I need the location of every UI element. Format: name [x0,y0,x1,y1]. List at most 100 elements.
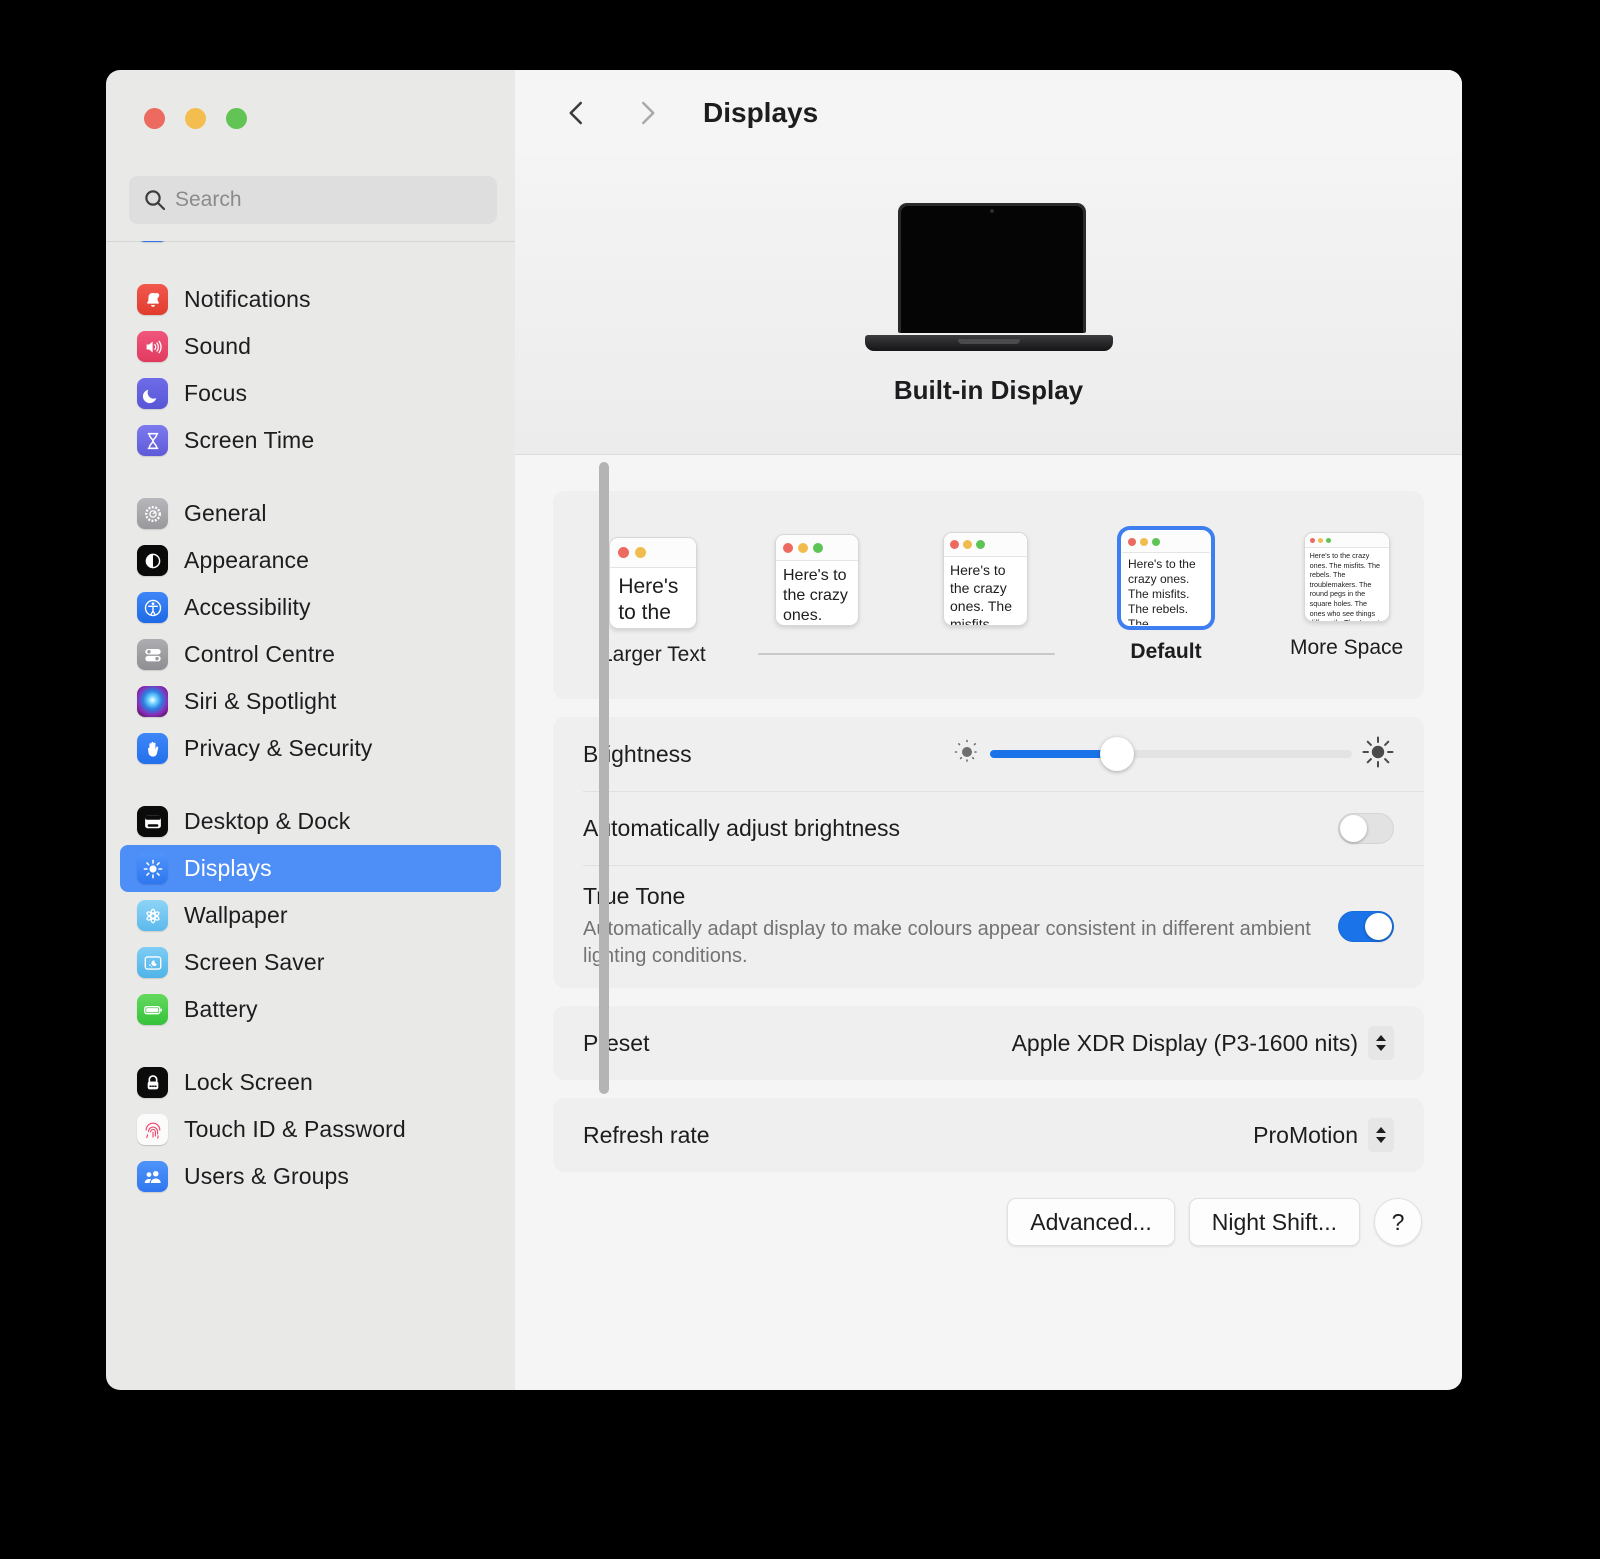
sidebar-item-wallpaper[interactable]: Wallpaper [120,892,501,939]
sidebar-item-users-groups[interactable]: Users & Groups [120,1153,501,1200]
night-shift-button[interactable]: Night Shift... [1188,1198,1360,1246]
vpn-icon [137,241,168,242]
brightness-track[interactable] [990,737,1352,771]
sidebar-group: Desktop & Dock Displays Wallpaper Screen… [106,798,515,1059]
scaling-preview[interactable]: Here's to the crazy ones. The misfits. T… [775,534,859,626]
brightness-high-icon [1362,736,1394,773]
window-controls [144,108,247,129]
sidebar-item-privacy-security[interactable]: Privacy & Security [120,725,501,772]
sidebar-item-touch-id-password[interactable]: Touch ID & Password [120,1106,501,1153]
sidebar-item-battery[interactable]: Battery [120,986,501,1033]
scaling-preview[interactable]: Here's to the crazy ones. The misfits. T… [1303,532,1390,622]
brightness-slider[interactable] [954,736,1394,773]
sidebar-item-label: Sound [184,333,252,359]
scaling-option-label: More Space [1290,636,1404,659]
sidebar-nav-list: VPN Notifications Sound Focus Screen Time… [106,241,515,1226]
preview-titlebar [776,535,858,561]
touch-id-icon [137,1114,168,1145]
sidebar-group: VPN [106,241,515,276]
sidebar-item-vpn[interactable]: VPN [120,241,501,250]
sidebar-item-screen-saver[interactable]: Screen Saver [120,939,501,986]
true-tone-description: Automatically adapt display to make colo… [583,918,1311,967]
preview-text: Here's to the crazy ones. The misfits. T… [618,575,679,628]
toolbar: Displays [515,70,1462,155]
sidebar-scroll-area[interactable]: VPN Notifications Sound Focus Screen Time… [106,241,515,1390]
true-tone-row: True Tone Automatically adapt display to… [553,865,1424,988]
wallpaper-icon [137,900,168,931]
help-button[interactable]: ? [1374,1198,1422,1246]
sidebar-item-label: Touch ID & Password [184,1116,406,1142]
forward-button[interactable] [627,93,667,133]
sidebar-item-notifications[interactable]: Notifications [120,276,501,323]
main-panel: Displays Built-in Display Here's to the … [515,70,1462,1390]
sidebar-item-label: Users & Groups [184,1163,350,1189]
scaling-option-larger-text[interactable]: Here's to the crazy ones. The misfits. T… [601,537,706,667]
preset-popup-button[interactable] [1368,1026,1394,1060]
search-icon [143,188,167,212]
minimize-button[interactable] [185,108,206,129]
sidebar-scrollbar[interactable] [599,462,609,1094]
siri-icon [137,686,168,717]
sidebar-item-accessibility[interactable]: Accessibility [120,584,501,631]
refresh-rate-popup-button[interactable] [1368,1118,1394,1152]
scaling-option-more-space[interactable]: Here's to the crazy ones. The misfits. T… [1290,532,1403,660]
sidebar-item-label: Displays [184,855,272,881]
screen-saver-icon [137,947,168,978]
sidebar-item-general[interactable]: General [120,490,501,537]
true-tone-label: True Tone [583,883,686,909]
page-title: Displays [703,96,819,128]
sidebar-item-siri-spotlight[interactable]: Siri & Spotlight [120,678,501,725]
focus-icon [137,378,168,409]
search-input[interactable] [175,188,483,212]
search-field[interactable] [129,176,497,224]
scaling-preview[interactable]: Here's to the crazy ones. The misfits. T… [609,537,698,629]
scaling-option-step-3[interactable]: Here's to the crazy ones. The misfits. T… [943,532,1028,626]
auto-brightness-toggle[interactable] [1338,812,1394,844]
sidebar-item-displays[interactable]: Displays [120,845,501,892]
brightness-knob[interactable] [1099,737,1134,771]
sidebar-item-control-centre[interactable]: Control Centre [120,631,501,678]
scaling-slider-track[interactable] [758,653,1055,655]
sidebar-item-label: Control Centre [184,641,335,667]
brightness-card: Brightness Automatically adjust brightne… [553,717,1424,988]
close-button[interactable] [144,108,165,129]
privacy-icon [137,733,168,764]
scaling-preview[interactable]: Here's to the crazy ones. The misfits. T… [1121,530,1211,626]
preview-text: Here's to the crazy ones. The misfits. T… [1128,557,1196,626]
auto-brightness-row: Automatically adjust brightness [553,791,1424,865]
refresh-rate-card: Refresh rate ProMotion [553,1098,1424,1172]
sidebar-item-desktop-dock[interactable]: Desktop & Dock [120,798,501,845]
sidebar-item-screen-time[interactable]: Screen Time [120,417,501,464]
preset-value: Apple XDR Display (P3-1600 nits) [1011,1029,1358,1056]
sidebar-item-appearance[interactable]: Appearance [120,537,501,584]
scaling-option-step-2[interactable]: Here's to the crazy ones. The misfits. T… [775,534,859,626]
users-groups-icon [137,1161,168,1192]
sidebar-item-label: Wallpaper [184,902,288,928]
display-name: Built-in Display [893,375,1084,405]
settings-content: Here's to the crazy ones. The misfits. T… [515,455,1462,1390]
preset-label: Preset [583,1029,650,1056]
scaling-option-default[interactable]: Here's to the crazy ones. The misfits. T… [1121,530,1211,664]
sidebar-item-focus[interactable]: Focus [120,370,501,417]
sound-icon [137,331,168,362]
refresh-rate-label: Refresh rate [583,1121,710,1148]
scaling-option-label: Larger Text [601,643,706,666]
desktop-dock-icon [137,806,168,837]
sidebar-group: General Appearance Accessibility Control… [106,490,515,798]
action-buttons: Advanced... Night Shift... ? [553,1198,1424,1246]
preset-card: Preset Apple XDR Display (P3-1600 nits) [553,1006,1424,1080]
true-tone-toggle[interactable] [1338,911,1394,942]
back-button[interactable] [557,93,597,133]
brightness-low-icon [954,739,980,770]
sidebar-item-label: Privacy & Security [184,735,373,761]
advanced-button[interactable]: Advanced... [1007,1198,1175,1246]
sidebar-item-lock-screen[interactable]: Lock Screen [120,1059,501,1106]
sidebar: VPN Notifications Sound Focus Screen Time… [106,70,609,1390]
sidebar-item-label: Accessibility [184,594,311,620]
scaling-preview[interactable]: Here's to the crazy ones. The misfits. T… [943,532,1028,626]
scaling-option-label: Default [1130,640,1202,663]
preview-titlebar [1122,531,1210,553]
zoom-button[interactable] [226,108,247,129]
sidebar-group: Notifications Sound Focus Screen Time [106,276,515,490]
sidebar-item-sound[interactable]: Sound [120,323,501,370]
